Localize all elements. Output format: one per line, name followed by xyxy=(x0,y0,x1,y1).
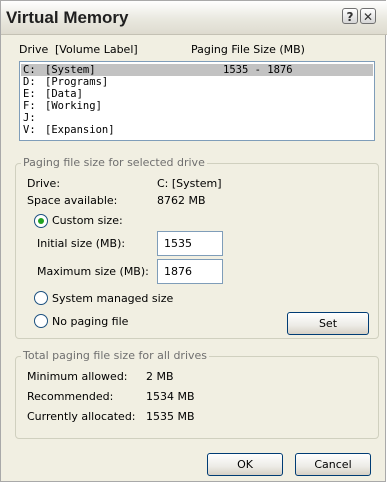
ok-button[interactable]: OK xyxy=(207,453,283,476)
set-button[interactable]: Set xyxy=(287,312,369,335)
drive-row-d[interactable]: D: [Programs] xyxy=(21,76,373,88)
drive-row-f[interactable]: F: [Working] xyxy=(21,100,373,112)
drive-list[interactable]: C: [System] 1535 - 1876 D: [Programs] E:… xyxy=(19,61,375,141)
drive-volume-label: [Programs] xyxy=(45,76,109,88)
drive-letter: J: xyxy=(23,112,36,124)
selected-drive-group-legend: Paging file size for selected drive xyxy=(21,156,207,169)
dialog-title: Virtual Memory xyxy=(6,8,129,27)
help-icon: ? xyxy=(346,10,354,24)
drive-letter: F: xyxy=(23,100,36,112)
total-paging-group-legend: Total paging file size for all drives xyxy=(21,349,210,362)
initial-size-label: Initial size (MB): xyxy=(37,237,126,250)
drive-volume-label: [Working] xyxy=(45,100,102,112)
custom-size-radio[interactable] xyxy=(34,214,48,228)
radio-selected-dot xyxy=(38,218,44,224)
drive-row-c[interactable]: C: [System] 1535 - 1876 xyxy=(21,64,373,76)
maximum-size-label: Maximum size (MB): xyxy=(37,265,149,278)
drive-label: Drive: xyxy=(27,177,61,190)
drive-paging-size: 1535 - 1876 xyxy=(223,64,293,76)
minimum-allowed-value: 2 MB xyxy=(146,370,174,383)
system-managed-radio[interactable] xyxy=(34,291,48,305)
maximum-size-input[interactable] xyxy=(157,259,223,284)
drive-letter: D: xyxy=(23,76,36,88)
drive-letter: E: xyxy=(23,88,36,100)
paging-size-column-header: Paging File Size (MB) xyxy=(191,43,305,56)
space-available-value: 8762 MB xyxy=(157,194,206,207)
drive-column-header: Drive xyxy=(19,43,49,56)
drive-letter: V: xyxy=(23,124,36,136)
close-icon: ✕ xyxy=(362,10,374,24)
close-button[interactable]: ✕ xyxy=(360,8,376,24)
drive-volume-label: [Expansion] xyxy=(45,124,115,136)
volume-label-column-header: [Volume Label] xyxy=(55,43,138,56)
system-managed-label[interactable]: System managed size xyxy=(52,292,173,305)
drive-row-j[interactable]: J: xyxy=(21,112,373,124)
cancel-button[interactable]: Cancel xyxy=(295,453,371,476)
drive-row-e[interactable]: E: [Data] xyxy=(21,88,373,100)
recommended-label: Recommended: xyxy=(27,390,114,403)
currently-allocated-value: 1535 MB xyxy=(146,410,195,423)
help-button[interactable]: ? xyxy=(342,8,358,24)
recommended-value: 1534 MB xyxy=(146,390,195,403)
drive-letter: C: xyxy=(23,64,36,76)
initial-size-input[interactable] xyxy=(157,231,223,256)
drive-volume-label: [Data] xyxy=(45,88,83,100)
drive-volume-label: [System] xyxy=(45,64,96,76)
minimum-allowed-label: Minimum allowed: xyxy=(27,370,128,383)
drive-row-v[interactable]: V: [Expansion] xyxy=(21,124,373,136)
no-paging-file-radio[interactable] xyxy=(34,314,48,328)
currently-allocated-label: Currently allocated: xyxy=(27,410,136,423)
space-available-label: Space available: xyxy=(27,194,118,207)
custom-size-label[interactable]: Custom size: xyxy=(52,214,123,227)
drive-value: C: [System] xyxy=(157,177,222,190)
title-bar: Virtual Memory ? ✕ xyxy=(1,1,387,35)
no-paging-file-label[interactable]: No paging file xyxy=(52,315,128,328)
virtual-memory-dialog: Virtual Memory ? ✕ Drive [Volume Label] … xyxy=(0,0,387,482)
